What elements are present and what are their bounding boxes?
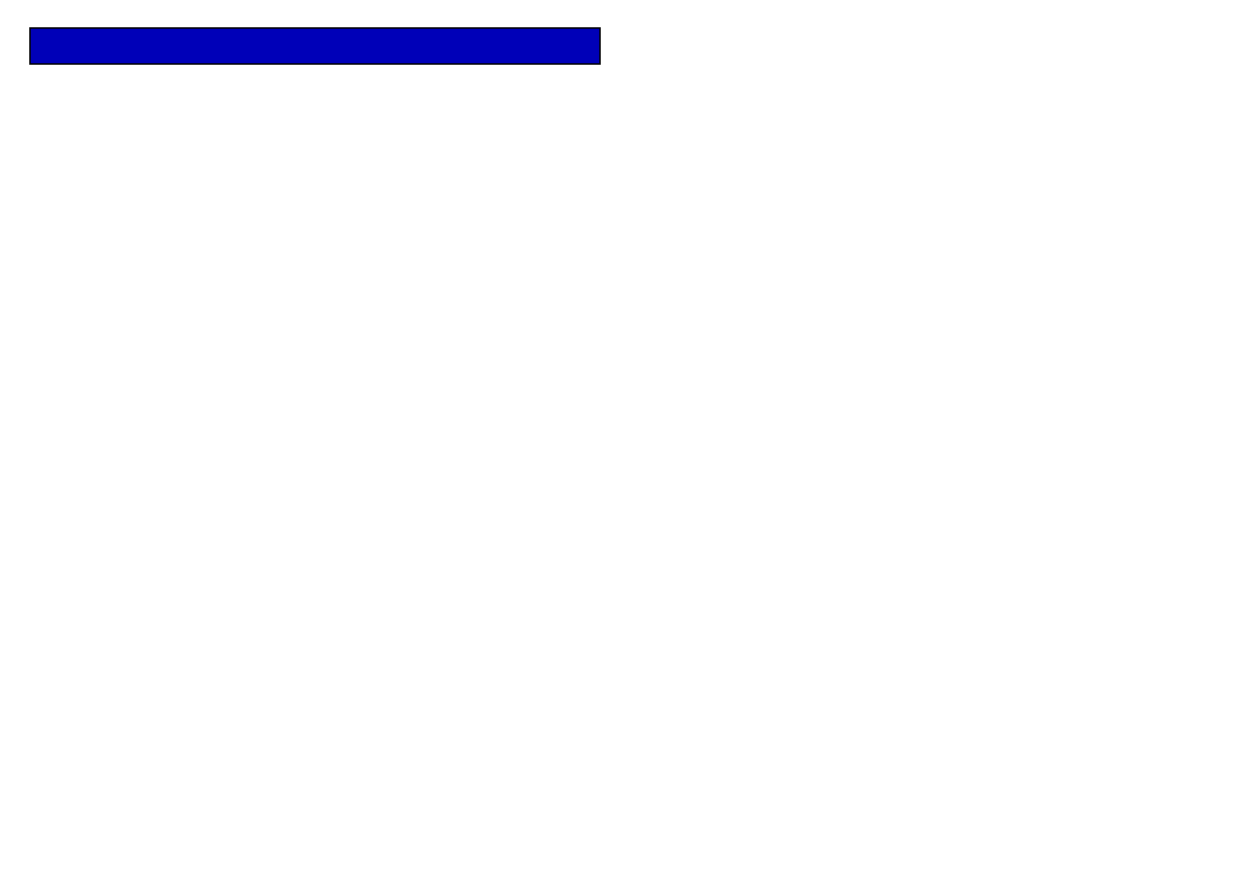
architecture-diagram [0, 0, 1252, 896]
left-box-header [30, 28, 600, 64]
